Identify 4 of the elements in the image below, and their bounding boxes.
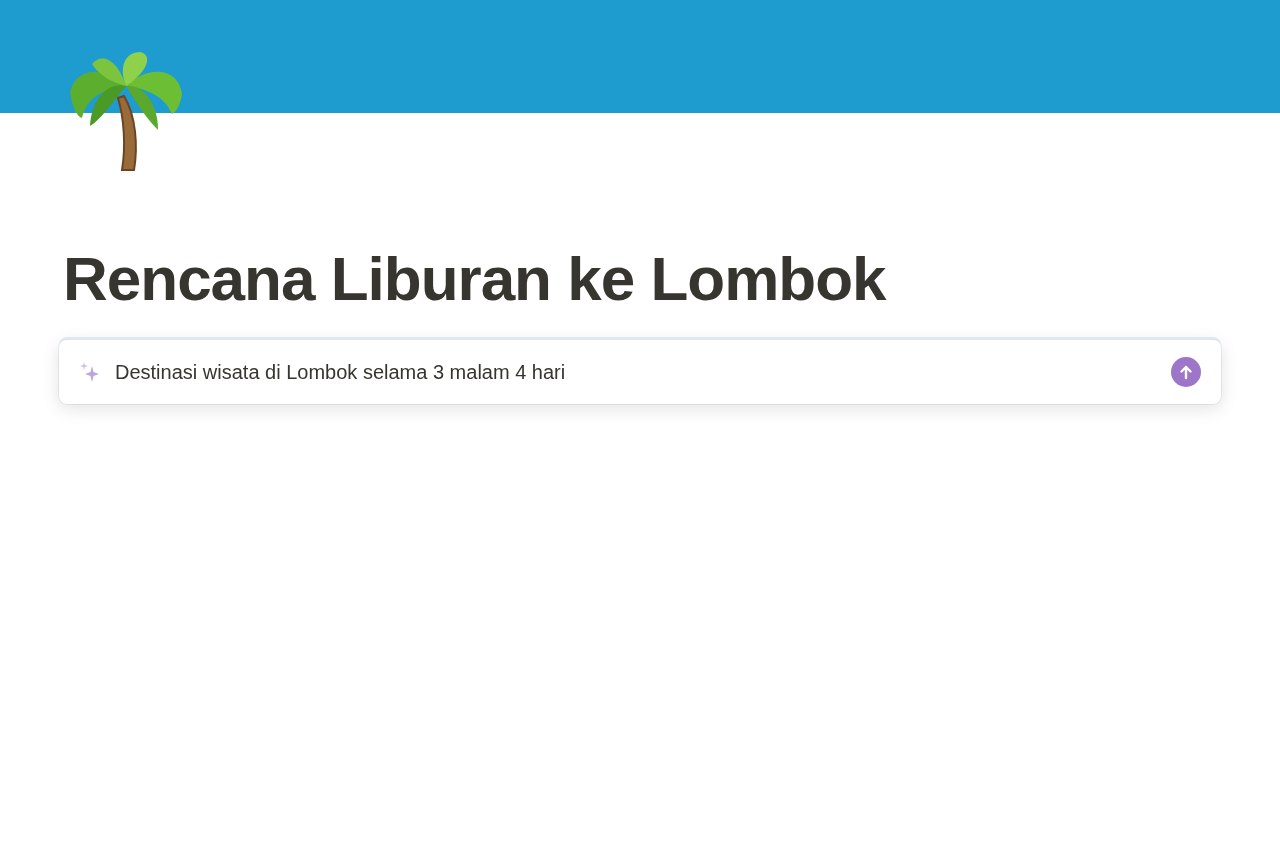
prompt-input[interactable]: Destinasi wisata di Lombok selama 3 malam 4 hari (115, 360, 1157, 384)
send-button[interactable] (1171, 357, 1201, 388)
arrow-up-icon (1178, 364, 1194, 381)
page-title[interactable]: Rencana Liburan ke Lombok (63, 243, 1221, 315)
